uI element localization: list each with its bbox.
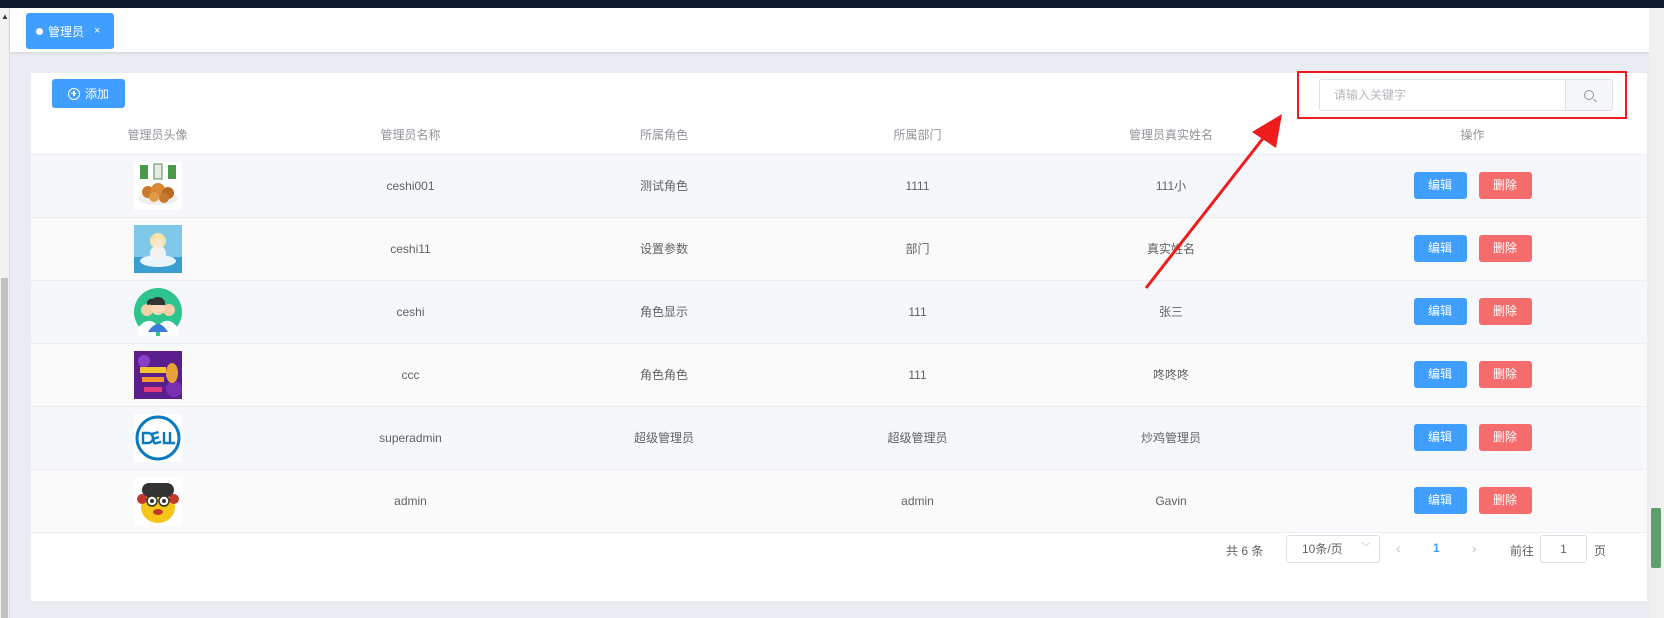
page-size-value: 10条/页 xyxy=(1302,542,1343,556)
cell-role xyxy=(537,469,791,533)
header-avatar: 管理员头像 xyxy=(31,116,284,155)
header-name: 管理员名称 xyxy=(284,116,537,155)
search-box xyxy=(1319,79,1613,111)
edit-button[interactable]: 编辑 xyxy=(1413,235,1467,262)
cell-real-name: 炒鸡管理员 xyxy=(1044,406,1298,470)
cell-actions: 编辑 删除 xyxy=(1298,154,1647,218)
scroll-up-icon[interactable]: ▲ xyxy=(1,12,9,21)
cell-name: superadmin xyxy=(284,406,537,470)
avatar-cell xyxy=(31,406,284,470)
table-row: ceshi11 设置参数 部门 真实姓名 编辑 删除 xyxy=(31,217,1647,281)
search-button[interactable] xyxy=(1565,80,1612,110)
right-scroll-thumb[interactable] xyxy=(1651,508,1661,568)
header-real-name: 管理员真实姓名 xyxy=(1044,116,1298,155)
edit-button[interactable]: 编辑 xyxy=(1413,361,1467,388)
delete-button[interactable]: 删除 xyxy=(1478,235,1532,262)
plus-circle-icon xyxy=(67,87,80,100)
left-scroll-thumb[interactable] xyxy=(1,278,8,618)
cell-name: ceshi xyxy=(284,280,537,344)
page-size-select[interactable]: 10条/页 ﹀ xyxy=(1286,535,1380,563)
avatar-cell xyxy=(31,217,284,281)
page-unit-label: 页 xyxy=(1594,544,1607,558)
table-row: ccc 角色角色 111 咚咚咚 编辑 删除 xyxy=(31,343,1647,407)
avatar xyxy=(133,350,182,399)
header-role: 所属角色 xyxy=(537,116,791,155)
left-scrollbar[interactable]: ▲ xyxy=(0,8,10,618)
tab-admin-label: 管理员 xyxy=(48,24,85,39)
admin-table: 管理员头像 管理员名称 所属角色 所属部门 管理员真实姓名 操作 ceshi00… xyxy=(31,116,1647,533)
cell-role: 测试角色 xyxy=(537,154,791,218)
cell-actions: 编辑 删除 xyxy=(1298,469,1647,533)
main-panel: 添加 管理员头像 管理员名称 所属角色 所属部门 管理员真实姓名 操作 xyxy=(31,71,1647,601)
cell-dept: 111 xyxy=(791,343,1044,407)
cell-name: ceshi11 xyxy=(284,217,537,281)
cell-role: 超级管理员 xyxy=(537,406,791,470)
tab-admin[interactable]: 管理员 × xyxy=(26,13,114,49)
avatar-cell xyxy=(31,280,284,344)
cell-role: 设置参数 xyxy=(537,217,791,281)
avatar-cell xyxy=(31,469,284,533)
pagination-total: 共 6 条 xyxy=(1226,544,1264,558)
table-header-row: 管理员头像 管理员名称 所属角色 所属部门 管理员真实姓名 操作 xyxy=(31,116,1647,155)
delete-button[interactable]: 删除 xyxy=(1478,487,1532,514)
search-icon xyxy=(1584,90,1594,100)
cell-role: 角色角色 xyxy=(537,343,791,407)
close-icon[interactable]: × xyxy=(94,25,100,37)
cell-real-name: 111小 xyxy=(1044,154,1298,218)
pagination: 共 6 条 10条/页 ﹀ ‹ 1 › 前往 1 页 xyxy=(31,535,1647,565)
add-button[interactable]: 添加 xyxy=(52,79,125,108)
delete-button[interactable]: 删除 xyxy=(1478,298,1532,325)
cell-dept: 超级管理员 xyxy=(791,406,1044,470)
right-scrollbar[interactable] xyxy=(1649,8,1664,618)
cell-actions: 编辑 删除 xyxy=(1298,217,1647,281)
cell-role: 角色显示 xyxy=(537,280,791,344)
table-row: superadmin 超级管理员 超级管理员 炒鸡管理员 编辑 删除 xyxy=(31,406,1647,470)
cell-dept: admin xyxy=(791,469,1044,533)
next-page-icon[interactable]: › xyxy=(1472,540,1477,556)
table-row: ceshi001 测试角色 1111 111小 编辑 删除 xyxy=(31,154,1647,218)
avatar-cell xyxy=(31,154,284,218)
cell-name: ccc xyxy=(284,343,537,407)
avatar xyxy=(133,224,182,273)
edit-button[interactable]: 编辑 xyxy=(1413,298,1467,325)
avatar xyxy=(133,161,182,210)
page-jump-input[interactable]: 1 xyxy=(1540,535,1587,563)
cell-actions: 编辑 删除 xyxy=(1298,280,1647,344)
cell-real-name: 咚咚咚 xyxy=(1044,343,1298,407)
header-dept: 所属部门 xyxy=(791,116,1044,155)
goto-label: 前往 xyxy=(1510,544,1535,558)
cell-name: admin xyxy=(284,469,537,533)
cell-real-name: 真实姓名 xyxy=(1044,217,1298,281)
table-row: ceshi 角色显示 111 张三 编辑 删除 xyxy=(31,280,1647,344)
prev-page-icon[interactable]: ‹ xyxy=(1396,540,1401,556)
top-bar xyxy=(0,0,1664,8)
chevron-down-icon: ﹀ xyxy=(1361,543,1371,554)
cell-dept: 111 xyxy=(791,280,1044,344)
avatar xyxy=(133,287,182,336)
tab-bar: 管理员 × xyxy=(10,8,1664,52)
dell-logo-avatar xyxy=(133,413,182,462)
cell-actions: 编辑 删除 xyxy=(1298,406,1647,470)
avatar-cell xyxy=(31,343,284,407)
header-actions: 操作 xyxy=(1298,116,1647,155)
cell-actions: 编辑 删除 xyxy=(1298,343,1647,407)
table-row: admin admin Gavin 编辑 删除 xyxy=(31,469,1647,533)
edit-button[interactable]: 编辑 xyxy=(1413,424,1467,451)
edit-button[interactable]: 编辑 xyxy=(1413,172,1467,199)
avatar xyxy=(133,476,182,525)
search-input[interactable] xyxy=(1320,80,1565,110)
edit-button[interactable]: 编辑 xyxy=(1413,487,1467,514)
delete-button[interactable]: 删除 xyxy=(1478,424,1532,451)
cell-real-name: 张三 xyxy=(1044,280,1298,344)
cell-dept: 部门 xyxy=(791,217,1044,281)
cell-real-name: Gavin xyxy=(1044,469,1298,533)
delete-button[interactable]: 删除 xyxy=(1478,361,1532,388)
cell-name: ceshi001 xyxy=(284,154,537,218)
delete-button[interactable]: 删除 xyxy=(1478,172,1532,199)
add-button-label: 添加 xyxy=(84,87,109,101)
cell-dept: 1111 xyxy=(791,154,1044,218)
current-page[interactable]: 1 xyxy=(1433,541,1440,555)
active-dot-icon xyxy=(36,27,43,35)
